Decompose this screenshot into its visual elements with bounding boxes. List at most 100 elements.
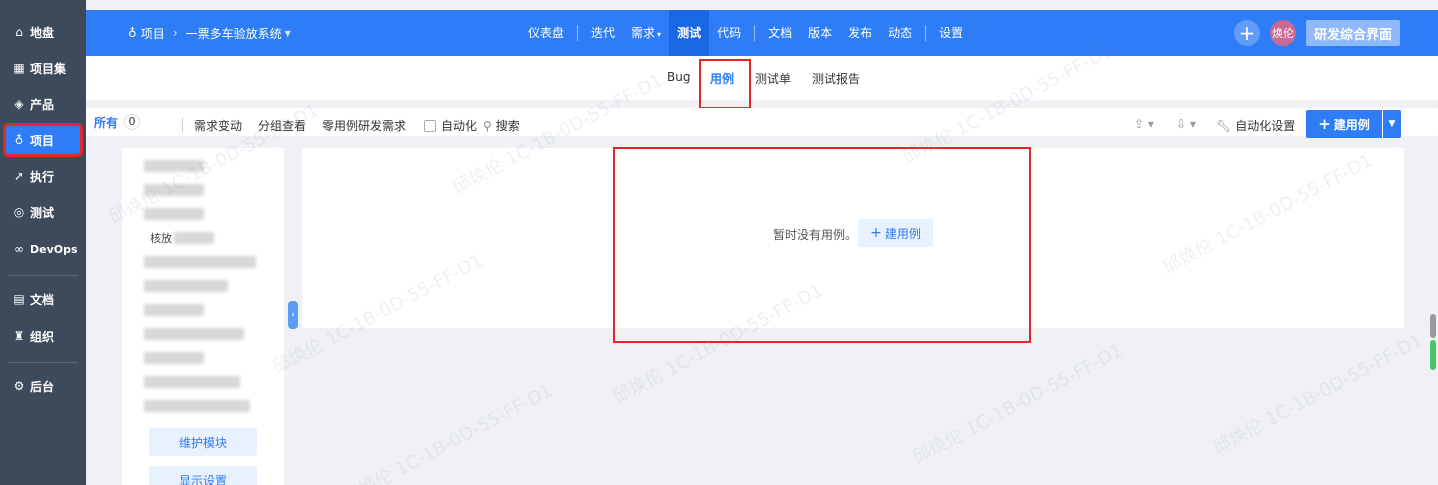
- create-case-button[interactable]: + 建用例: [1306, 110, 1382, 138]
- search-label: 搜索: [495, 119, 520, 133]
- sidebar-item-program[interactable]: ▦ 项目集: [6, 54, 80, 82]
- sidebar-item-label: 测试: [30, 205, 55, 220]
- redacted-text: [144, 376, 240, 388]
- nav-code[interactable]: 代码: [709, 10, 749, 56]
- sidebar-item-project[interactable]: ♁ 项目: [3, 123, 83, 157]
- chevron-left-icon: ‹: [291, 310, 295, 320]
- chevron-right-icon: ›: [172, 26, 178, 40]
- watermark: 邱焕伦 1C-1B-0D-55-FF-D1: [909, 340, 1127, 469]
- collapse-sidebar-handle[interactable]: ‹: [288, 301, 298, 329]
- rd-interface-button[interactable]: 研发综合界面: [1305, 20, 1400, 46]
- settings-icon: ⚙: [13, 379, 25, 393]
- nav-divider: [754, 25, 756, 41]
- sidebar-item-label: 组织: [30, 329, 55, 344]
- sidebar-item-execution[interactable]: ➚ 执行: [6, 162, 80, 190]
- create-case-dropdown[interactable]: ▼: [1383, 110, 1401, 138]
- tree-item[interactable]: [122, 350, 204, 366]
- case-toolbar: 所有 0 需求变动 分组查看 零用例研发需求 自动化 ⚲ 搜索 ⇪ ▾ ⇩ ▾ 🔧︎…: [86, 108, 1438, 142]
- sidebar-item-test[interactable]: ◎ 测试: [6, 198, 80, 226]
- devops-icon: ∞: [14, 242, 24, 256]
- tree-item-label: 核放: [150, 232, 172, 245]
- sidebar-item-label: 执行: [30, 169, 55, 184]
- nav-release[interactable]: 发布: [840, 10, 880, 56]
- redacted-text: [144, 352, 204, 364]
- project-nav: 仪表盘 迭代 需求 ▾ 测试 代码 文档 版本 发布 动态 设置: [520, 10, 971, 56]
- redacted-text: [144, 160, 204, 172]
- automation-settings[interactable]: 🔧︎ 自动化设置: [1216, 117, 1295, 134]
- redacted-text: [144, 304, 204, 316]
- tree-item[interactable]: [122, 254, 256, 270]
- watermark: 邱焕伦 1C-1B-0D-55-FF-D1: [339, 380, 557, 485]
- filter-group-view[interactable]: 分组查看: [258, 117, 306, 134]
- highlight-box-empty-state: [613, 147, 1031, 343]
- maintain-modules-button[interactable]: 维护模块: [149, 428, 257, 456]
- automation-checkbox[interactable]: 自动化: [424, 117, 477, 134]
- plus-icon: +: [1318, 115, 1331, 133]
- nav-requirement[interactable]: 需求 ▾: [623, 10, 669, 56]
- redacted-text: [174, 232, 214, 244]
- top-bar: ♁ 项目 › 一票多车验放系统 ▼ 仪表盘 迭代 需求 ▾ 测试 代码 文档 版本…: [86, 10, 1438, 56]
- toolbar-divider: [182, 118, 183, 132]
- create-plus-icon[interactable]: +: [1233, 20, 1260, 46]
- search-icon: ⚲: [483, 118, 492, 133]
- nav-version[interactable]: 版本: [800, 10, 840, 56]
- sidebar-item-label: 产品: [30, 97, 55, 112]
- tree-item[interactable]: 核放: [122, 230, 214, 246]
- chevron-down-icon: ▾: [657, 30, 662, 39]
- tab-testtask[interactable]: 测试单: [755, 70, 791, 87]
- nav-dashboard[interactable]: 仪表盘: [520, 10, 572, 56]
- doc-icon: ▤: [13, 292, 25, 306]
- nav-requirement-label: 需求: [631, 26, 656, 40]
- sidebar-item-devops[interactable]: ∞ DevOps: [6, 235, 80, 263]
- scrollbar-indicator: [1430, 340, 1436, 370]
- sidebar-item-label: 地盘: [30, 25, 55, 40]
- redacted-text: [144, 328, 244, 340]
- tab-bug[interactable]: Bug: [667, 70, 690, 84]
- empty-create-case-button[interactable]: + 建用例: [858, 219, 933, 247]
- tree-item[interactable]: [122, 278, 228, 294]
- sidebar-item-dashboard[interactable]: ⌂ 地盘: [6, 18, 80, 46]
- checkbox-icon: [424, 119, 436, 132]
- filter-zero-case-stories[interactable]: 零用例研发需求: [322, 117, 406, 134]
- tree-item[interactable]: [122, 326, 244, 342]
- tree-item[interactable]: [122, 158, 204, 174]
- breadcrumb-root[interactable]: 项目: [141, 25, 165, 42]
- grid-icon: ▦: [13, 61, 25, 75]
- sidebar-item-org[interactable]: ♜ 组织: [6, 322, 80, 350]
- nav-test[interactable]: 测试: [669, 10, 710, 56]
- nav-iteration[interactable]: 迭代: [583, 10, 623, 56]
- tree-item[interactable]: [122, 302, 204, 318]
- tree-item[interactable]: [122, 374, 240, 390]
- plus-icon: +: [870, 225, 882, 241]
- sidebar-item-admin[interactable]: ⚙ 后台: [6, 372, 80, 400]
- nav-doc[interactable]: 文档: [760, 10, 800, 56]
- avatar[interactable]: 焕伦: [1269, 20, 1296, 46]
- tree-item[interactable]: [122, 398, 250, 414]
- nav-settings[interactable]: 设置: [931, 10, 971, 56]
- tab-testreport[interactable]: 测试报告: [812, 70, 860, 87]
- test-subtabs: Bug 用例 测试单 测试报告: [86, 56, 1438, 100]
- filter-requirement-change[interactable]: 需求变动: [194, 117, 242, 134]
- project-icon: ♁: [128, 26, 137, 40]
- redacted-text: [144, 184, 204, 196]
- test-search-icon: ◎: [13, 205, 25, 219]
- count-badge: 0: [124, 114, 141, 130]
- sidebar-divider: [8, 362, 78, 363]
- org-icon: ♜: [13, 329, 25, 343]
- display-settings-button[interactable]: 显示设置: [149, 466, 257, 485]
- export-icon[interactable]: ⇪ ▾: [1134, 117, 1154, 131]
- import-icon[interactable]: ⇩ ▾: [1176, 117, 1196, 131]
- tree-item[interactable]: [122, 206, 204, 222]
- search-toggle[interactable]: ⚲ 搜索: [483, 117, 520, 134]
- scrollbar-thumb[interactable]: [1430, 314, 1436, 338]
- sidebar-item-doc[interactable]: ▤ 文档: [6, 285, 80, 313]
- project-switcher[interactable]: 一票多车验放系统: [186, 25, 282, 42]
- sidebar-item-label: 项目集: [30, 61, 67, 76]
- sidebar-item-product[interactable]: ◈ 产品: [6, 90, 80, 118]
- redacted-text: [144, 400, 250, 412]
- tree-item[interactable]: [122, 182, 204, 198]
- sidebar: ⌂ 地盘 ▦ 项目集 ◈ 产品 ♁ 项目 ➚ 执行 ◎ 测试 ∞ DevOps ▤ 文档 ♜ 组织…: [0, 0, 86, 485]
- automation-label: 自动化: [441, 119, 478, 133]
- nav-dynamics[interactable]: 动态: [880, 10, 920, 56]
- wrench-icon: 🔧︎: [1216, 118, 1232, 133]
